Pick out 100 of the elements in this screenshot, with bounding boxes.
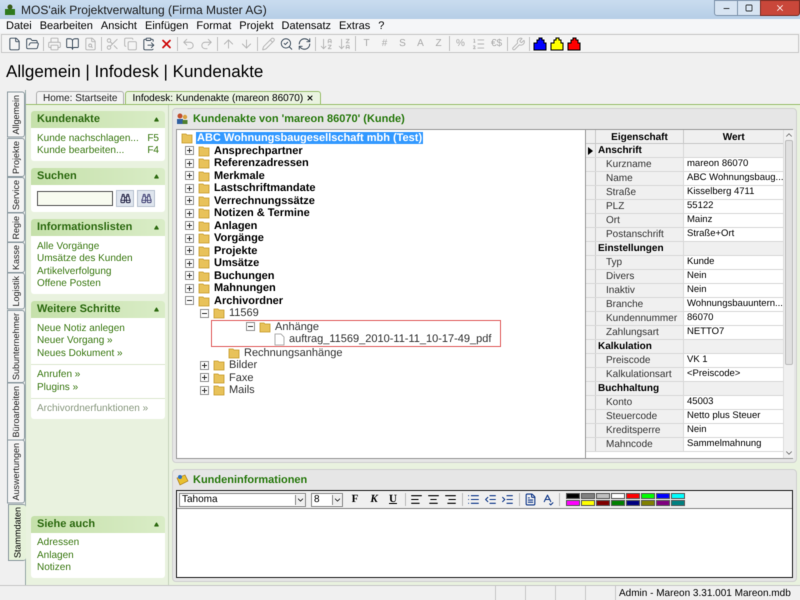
align-left-icon[interactable] [410, 493, 423, 506]
delete-icon[interactable] [159, 36, 174, 50]
expand-toggle-icon[interactable] [200, 386, 209, 395]
format-button[interactable]: K [367, 491, 381, 508]
collapse-toggle-icon[interactable] [200, 308, 209, 318]
collapse-icon[interactable] [154, 522, 159, 526]
format-button[interactable]: F [348, 491, 362, 508]
refresh-icon[interactable] [297, 36, 312, 50]
menu-item[interactable]: Einfügen [140, 18, 192, 34]
search-field[interactable] [37, 191, 113, 206]
side-tab[interactable]: Büroarbeiten [7, 382, 25, 440]
binoculars-icon[interactable] [120, 193, 130, 204]
color-swatch[interactable] [566, 500, 580, 506]
sidebar-link[interactable]: Alle Vorgänge [37, 238, 100, 254]
color-swatch[interactable] [671, 493, 685, 499]
tree-item[interactable]: Bilder [228, 359, 258, 372]
side-tab[interactable]: Regie [7, 212, 25, 242]
color-swatch[interactable] [611, 500, 625, 506]
color-swatch[interactable] [581, 493, 595, 499]
menu-item[interactable]: Bearbeiten [36, 18, 97, 34]
tree-item[interactable]: Buchungen [213, 270, 276, 282]
menu-item[interactable]: Datensatz [278, 18, 336, 34]
color-swatch[interactable] [626, 500, 640, 506]
sidebar-link[interactable]: Neuer Vorgang » [37, 333, 113, 348]
tree-item[interactable]: Umsätze [213, 257, 260, 270]
color-swatch[interactable] [626, 493, 640, 499]
sidebar-link[interactable]: Notizen [37, 560, 71, 576]
color-swatch[interactable] [671, 500, 685, 506]
sidebar-link[interactable]: Offene Posten [37, 276, 101, 292]
rich-text-editor[interactable]: Tahoma 8 F K U [176, 490, 793, 578]
search-button[interactable] [116, 190, 134, 207]
expand-toggle-icon[interactable] [185, 271, 194, 280]
color-swatch[interactable] [581, 500, 595, 506]
book-icon[interactable] [65, 36, 80, 50]
scrollbar[interactable] [783, 130, 794, 458]
paste-icon[interactable] [141, 36, 156, 50]
row-header[interactable] [586, 144, 596, 157]
side-tab[interactable]: Stammdaten [8, 504, 26, 561]
document-icon[interactable] [524, 493, 537, 506]
collapse-toggle-icon[interactable] [185, 296, 194, 306]
expand-toggle-icon[interactable] [185, 246, 194, 256]
collapse-icon[interactable] [154, 174, 159, 179]
expand-toggle-icon[interactable] [185, 158, 194, 168]
menu-item[interactable]: Extras [335, 18, 374, 34]
sidebar-link[interactable]: Neues Dokument » [37, 346, 123, 361]
new-file-icon[interactable] [7, 36, 22, 50]
tree-item[interactable]: auftrag_11569_2010-11-11_10-17-49_pdf [288, 333, 492, 346]
tree-item[interactable]: Vorgänge [213, 232, 265, 244]
font-select[interactable]: Tahoma [179, 492, 306, 506]
expand-toggle-icon[interactable] [185, 208, 194, 218]
align-center-icon[interactable] [427, 493, 440, 506]
sidebar-link[interactable]: Anrufen » [37, 367, 80, 382]
maximize-button[interactable] [738, 0, 760, 16]
tree-item[interactable]: Faxe [228, 372, 254, 384]
side-tab[interactable]: Allgemein [7, 92, 25, 138]
sidebar-link[interactable]: Neue Notiz anlegen [37, 320, 125, 336]
menu-item[interactable]: Format [192, 18, 236, 34]
tree-item[interactable]: Anlagen [213, 220, 258, 232]
color-swatch[interactable] [566, 493, 580, 499]
sidebar-link[interactable]: Artikelverfolgung [37, 264, 112, 279]
align-right-icon[interactable] [444, 493, 457, 506]
tree-item[interactable]: Projekte [213, 244, 258, 257]
close-icon[interactable] [306, 94, 314, 102]
collapse-icon[interactable] [154, 307, 159, 312]
menu-item[interactable]: Projekt [235, 18, 278, 34]
menu-item[interactable]: ? [374, 18, 388, 34]
side-tab[interactable]: Service [7, 176, 25, 213]
color-swatch[interactable] [641, 500, 655, 506]
tree-item[interactable]: Anhänge [274, 320, 320, 333]
expand-toggle-icon[interactable] [185, 196, 194, 206]
scroll-thumb[interactable] [785, 140, 794, 365]
menu-item[interactable]: Datei [2, 18, 36, 34]
format-button[interactable]: U [386, 491, 400, 508]
bullet-list-icon[interactable] [467, 493, 480, 506]
expand-toggle-icon[interactable] [185, 258, 194, 268]
expand-toggle-icon[interactable] [200, 360, 209, 370]
side-tab[interactable]: Kasse [7, 242, 25, 274]
menu-item[interactable]: Ansicht [96, 18, 141, 34]
side-tab[interactable]: Auswertungen [7, 440, 25, 504]
spell-check-icon[interactable] [541, 493, 554, 506]
color-swatch[interactable] [656, 500, 670, 506]
tree-item[interactable]: Archivordner [213, 294, 284, 307]
sidebar-link[interactable]: Adressen [37, 535, 80, 550]
side-tab[interactable]: Projekte [7, 138, 25, 177]
color-swatch[interactable] [656, 493, 670, 499]
tree-item[interactable]: Mahnungen [213, 282, 277, 294]
maximize-icon[interactable] [745, 4, 753, 12]
search-icon[interactable] [279, 36, 294, 50]
size-select[interactable]: 8 [311, 492, 343, 506]
tree-item[interactable]: Notizen & Termine [213, 207, 311, 220]
puzzle-icon[interactable] [533, 36, 547, 50]
column-header[interactable]: Eigenschaft [596, 130, 684, 143]
puzzle-icon[interactable] [567, 36, 581, 50]
expand-toggle-icon[interactable] [200, 373, 209, 382]
close-button[interactable] [760, 0, 800, 16]
tree-item[interactable]: Mails [228, 384, 256, 396]
color-swatch[interactable] [596, 500, 610, 506]
sidebar-link[interactable]: Kunde bearbeiten... [37, 143, 124, 158]
tree-item[interactable]: Referenzadressen [213, 157, 310, 170]
collapse-toggle-icon[interactable] [246, 322, 255, 332]
